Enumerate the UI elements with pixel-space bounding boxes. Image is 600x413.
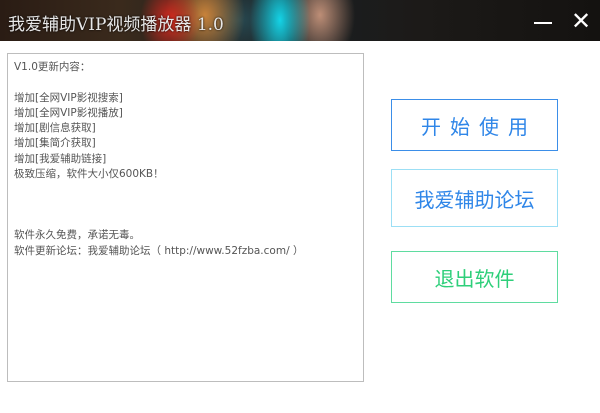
changelog-line: 增加[全网VIP影视播放] <box>14 106 123 119</box>
changelog-line: 增加[集简介获取] <box>14 137 96 150</box>
changelog-line <box>14 182 357 197</box>
title-bar[interactable]: 我爱辅助VIP视频播放器 1.0 ✕ <box>0 0 600 41</box>
changelog-line: 增加[全网VIP影视搜索] <box>14 91 123 104</box>
changelog-line <box>14 75 357 90</box>
minimize-button[interactable] <box>531 8 557 34</box>
start-button[interactable]: 开始使用 <box>391 99 558 151</box>
changelog-line: V1.0更新内容： <box>14 61 91 73</box>
changelog-line: 增加[我爱辅助链接] <box>14 152 107 165</box>
exit-button[interactable]: 退出软件 <box>391 251 558 303</box>
changelog-line <box>14 213 357 228</box>
window-title: 我爱辅助VIP视频播放器 1.0 <box>8 15 224 35</box>
changelog-line: 软件永久免费，承诺无毒。 <box>14 229 140 242</box>
changelog-line: 增加[剧信息获取] <box>14 122 96 135</box>
changelog-line: 软件更新论坛：我爱辅助论坛（ http://www.52fzba.com/ ） <box>14 244 304 257</box>
minimize-icon <box>534 22 552 24</box>
forum-button[interactable]: 我爱辅助论坛 <box>391 169 558 227</box>
changelog-line <box>14 198 357 213</box>
changelog-line: 极致压缩，软件大小仅600KB！ <box>14 168 164 181</box>
close-button[interactable]: ✕ <box>568 8 594 34</box>
close-icon: ✕ <box>570 7 592 35</box>
changelog-textbox[interactable]: V1.0更新内容： 增加[全网VIP影视搜索] 增加[全网VIP影视播放] 增加[剧信… <box>7 53 364 382</box>
